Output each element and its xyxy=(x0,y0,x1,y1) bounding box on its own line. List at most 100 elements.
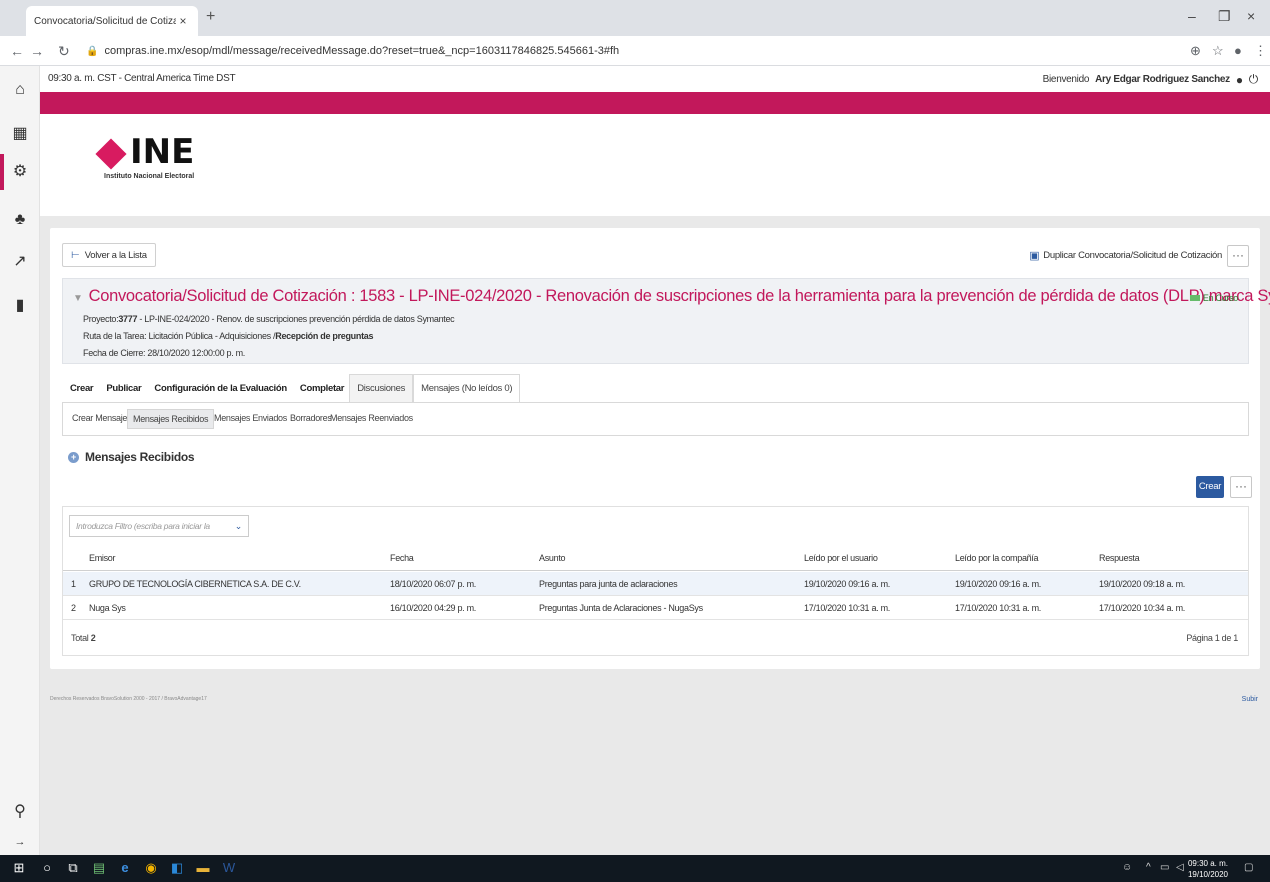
dashboard-icon[interactable]: ▦ xyxy=(8,122,32,146)
documents-icon[interactable]: ▮ xyxy=(8,294,32,318)
welcome-label: Bienvenido xyxy=(1042,74,1090,85)
home-icon[interactable]: ⌂ xyxy=(8,78,32,102)
url-text: compras.ine.mx/esop/mdl/message/received… xyxy=(104,45,620,57)
star-icon[interactable]: ☆ xyxy=(1212,43,1224,59)
suppliers-icon[interactable]: ♣ xyxy=(8,208,32,232)
profile-icon[interactable]: ● xyxy=(1234,43,1242,58)
column-header-leido-usuario[interactable]: Leído por el usuario xyxy=(804,553,878,563)
logout-icon[interactable]: ⏻ xyxy=(1249,72,1259,87)
search-icon[interactable]: ⚲ xyxy=(8,800,32,824)
windows-start-icon[interactable]: ⊞ xyxy=(10,859,28,877)
file-explorer-icon[interactable]: ▬ xyxy=(194,859,212,877)
more-actions-button[interactable]: ··· xyxy=(1227,245,1249,267)
expand-section-icon[interactable]: + xyxy=(68,451,79,463)
tab-configuracion[interactable]: Configuración de la Evaluación xyxy=(146,383,291,402)
duplicate-link[interactable]: ▣ Duplicar Convocatoria/Solicitud de Cot… xyxy=(1029,249,1222,262)
table-row[interactable]: 1 GRUPO DE TECNOLOGÍA CIBERNETICA S.A. D… xyxy=(63,572,1248,596)
footer-copyright: Derechos Reservados BravoSolution 2000 -… xyxy=(50,696,207,702)
edge-icon[interactable]: e xyxy=(116,859,134,877)
row-number: 1 xyxy=(71,579,76,589)
expand-icon[interactable]: → xyxy=(8,830,32,854)
scroll-top-link[interactable]: Subir xyxy=(1242,696,1258,703)
tab-completar[interactable]: Completar xyxy=(292,383,349,402)
task-view-icon[interactable]: ⧉ xyxy=(64,859,82,877)
cortana-icon[interactable]: ○ xyxy=(38,859,56,877)
close-window-icon[interactable]: × xyxy=(1247,8,1255,24)
subtab-mensajes-reenviados[interactable]: Mensajes Reenviados xyxy=(325,409,418,427)
event-title[interactable]: ▼ Convocatoria/Solicitud de Cotización : … xyxy=(73,287,1270,306)
outlook-icon[interactable]: ◧ xyxy=(168,859,186,877)
logo-text: INE xyxy=(130,132,195,172)
menu-icon[interactable]: ⋮ xyxy=(1254,43,1267,59)
left-sidebar: ⌂ ▦ ⚙ ♣ ↗ ▮ ⚲ → xyxy=(0,66,40,855)
tab-mensajes[interactable]: Mensajes (No leídos 0) xyxy=(413,374,521,402)
notifications-icon[interactable]: ▢ xyxy=(1244,862,1253,873)
tray-chevron-icon[interactable]: ^ xyxy=(1146,862,1151,873)
cell-asunto[interactable]: Preguntas Junta de Aclaraciones - NugaSy… xyxy=(539,603,703,613)
collapse-icon[interactable]: ▼ xyxy=(73,293,83,304)
message-subtabs: Crear Mensaje Mensajes Recibidos Mensaje… xyxy=(62,402,1249,436)
column-header-respuesta[interactable]: Respuesta xyxy=(1099,553,1140,563)
user-icon[interactable]: ● xyxy=(1236,73,1243,87)
logo-subtitle: Instituto Nacional Electoral xyxy=(104,173,195,180)
filter-input[interactable]: Introduzca Filtro (escriba para iniciar … xyxy=(69,515,249,537)
more-options-button[interactable]: ··· xyxy=(1230,476,1252,498)
section-title: + Mensajes Recibidos xyxy=(68,450,195,464)
column-header-leido-compania[interactable]: Leído por la compañía xyxy=(955,553,1039,563)
tab-discusiones[interactable]: Discusiones xyxy=(349,374,414,402)
back-icon[interactable]: ← xyxy=(10,43,24,59)
subtab-mensajes-enviados[interactable]: Mensajes Enviados xyxy=(209,409,292,427)
table-row[interactable]: 2 Nuga Sys 16/10/2020 04:29 p. m. Pregun… xyxy=(63,596,1248,620)
chevron-down-icon[interactable]: ⌄ xyxy=(235,521,243,532)
column-header-emisor[interactable]: Emisor xyxy=(89,553,116,563)
tab-crear[interactable]: Crear xyxy=(62,383,98,402)
logo-diamond-icon xyxy=(95,138,127,170)
cell-respuesta: 17/10/2020 10:34 a. m. xyxy=(1099,603,1185,613)
user-name[interactable]: Ary Edgar Rodriguez Sanchez xyxy=(1095,74,1230,85)
filter-placeholder: Introduzca Filtro (escriba para iniciar … xyxy=(76,521,210,531)
column-header-asunto[interactable]: Asunto xyxy=(539,553,566,563)
restore-icon[interactable]: ❐ xyxy=(1218,8,1231,25)
forward-icon[interactable]: → xyxy=(30,43,44,59)
taskbar-clock[interactable]: 09:30 a. m. 19/10/2020 xyxy=(1188,858,1228,880)
reload-icon[interactable]: ↻ xyxy=(58,43,70,60)
minimize-icon[interactable]: – xyxy=(1188,8,1196,24)
row-number: 2 xyxy=(71,603,76,613)
column-header-fecha[interactable]: Fecha xyxy=(390,553,414,563)
url-input[interactable]: 🔒 compras.ine.mx/esop/mdl/message/receiv… xyxy=(86,40,1212,62)
people-icon[interactable]: ☺ xyxy=(1122,862,1132,873)
status-dot-icon xyxy=(1189,295,1200,301)
ine-logo: INE Instituto Nacional Electoral xyxy=(95,132,195,180)
tab-publicar[interactable]: Publicar xyxy=(98,383,146,402)
chrome-icon[interactable]: ◉ xyxy=(142,859,160,877)
cell-emisor[interactable]: Nuga Sys xyxy=(89,603,126,613)
close-date-line: Fecha de Cierre: 28/10/2020 12:00:00 p. … xyxy=(83,348,246,358)
subtab-crear-mensaje[interactable]: Crear Mensaje xyxy=(67,409,132,427)
network-icon[interactable]: ▭ xyxy=(1160,862,1169,873)
word-icon[interactable]: W xyxy=(220,859,238,877)
sourcing-icon[interactable]: ⚙ xyxy=(8,160,32,184)
back-to-list-button[interactable]: ⊢ Volver a la Lista xyxy=(62,243,156,267)
event-info-panel: ▼ Convocatoria/Solicitud de Cotización : … xyxy=(62,278,1270,364)
sidebar-active-indicator xyxy=(0,154,4,190)
analytics-icon[interactable]: ↗ xyxy=(8,250,32,274)
new-tab-icon[interactable]: + xyxy=(206,8,215,26)
welcome-area: Bienvenido Ary Edgar Rodriguez Sanchez ●… xyxy=(1042,72,1259,87)
create-message-button[interactable]: Crear xyxy=(1196,476,1224,498)
cell-leido-usuario: 19/10/2020 09:16 a. m. xyxy=(804,579,890,589)
cell-emisor[interactable]: GRUPO DE TECNOLOGÍA CIBERNETICA S.A. DE … xyxy=(89,579,301,589)
lock-icon: 🔒 xyxy=(86,45,99,57)
subtab-mensajes-recibidos[interactable]: Mensajes Recibidos xyxy=(127,409,215,429)
cell-asunto[interactable]: Preguntas para junta de aclaraciones xyxy=(539,579,678,589)
close-icon[interactable]: × xyxy=(176,14,190,28)
browser-tab[interactable]: Convocatoria/Solicitud de Cotiza × xyxy=(26,6,198,36)
calculator-icon[interactable]: ▤ xyxy=(90,859,108,877)
pagination-text: Página 1 de 1 xyxy=(1186,633,1238,643)
brand-stripe xyxy=(40,92,1270,114)
project-line: Proyecto:3777 - LP-INE-024/2020 - Renov.… xyxy=(83,314,455,324)
volume-icon[interactable]: ◁ xyxy=(1176,862,1184,873)
main-tabs: Crear Publicar Configuración de la Evalu… xyxy=(62,374,521,402)
current-time: 09:30 a. m. CST - Central America Time D… xyxy=(48,73,236,84)
zoom-icon[interactable]: ⊕ xyxy=(1190,43,1201,59)
back-to-list-label: Volver a la Lista xyxy=(84,249,147,261)
